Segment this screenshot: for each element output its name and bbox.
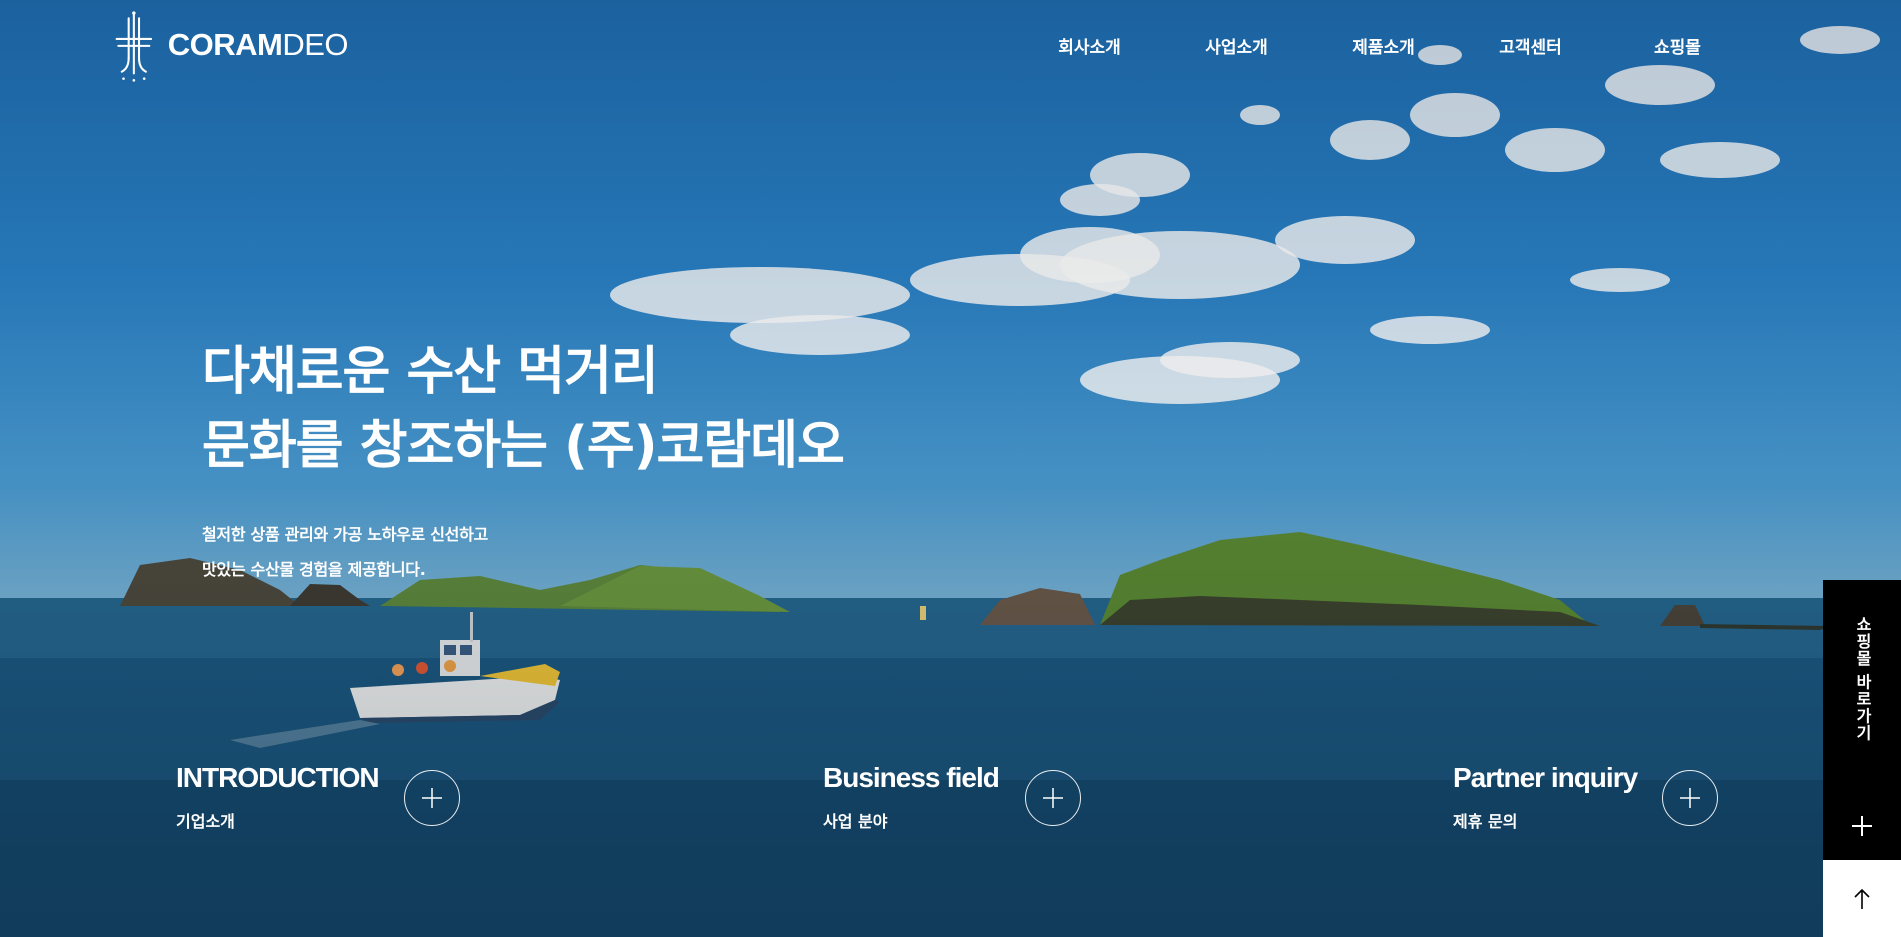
site-logo[interactable]: CORAM DEO <box>108 0 348 90</box>
feature-title: Business field <box>823 762 1000 793</box>
feature-description: 사업 분야 <box>823 812 888 831</box>
logo-cross-emblem-icon <box>115 11 153 82</box>
nav-item-shop[interactable]: 쇼핑몰 <box>1604 33 1751 58</box>
scroll-to-top-button[interactable] <box>1823 860 1901 937</box>
shop-shortcut-label-wrap: 쇼핑몰 바로가기 <box>1823 616 1901 756</box>
nav-item-business[interactable]: 사업소개 <box>1163 33 1310 58</box>
plus-icon <box>1680 788 1700 808</box>
nav-item-company[interactable]: 회사소개 <box>1016 33 1163 58</box>
feature-introduction[interactable]: INTRODUCTION 기업소개 <box>176 758 466 848</box>
plus-icon <box>1043 788 1063 808</box>
plus-circle-icon[interactable] <box>1662 770 1718 826</box>
feature-description: 제휴 문의 <box>1453 812 1518 831</box>
hero-subtitle-line-1: 철저한 상품 관리와 가공 노하우로 신선하고 <box>202 525 488 544</box>
feature-title: INTRODUCTION <box>176 762 380 793</box>
logo-text-light: DEO <box>282 27 348 62</box>
main-nav: 회사소개 사업소개 제품소개 고객센터 쇼핑몰 <box>1016 0 1751 90</box>
feature-business-field[interactable]: Business field 사업 분야 <box>823 758 1083 848</box>
shop-shortcut-label: 쇼핑몰 바로가기 <box>1853 616 1872 742</box>
arrow-up-icon <box>1854 888 1870 909</box>
logo-text-bold: CORAM <box>167 27 283 62</box>
hero-subtitle: 철저한 상품 관리와 가공 노하우로 신선하고 맛있는 수산물 경험을 제공합니… <box>202 517 702 587</box>
side-plus-icon <box>1823 798 1901 854</box>
plus-circle-icon[interactable] <box>404 770 460 826</box>
hero-subtitle-line-2: 맛있는 수산물 경험을 제공합니다. <box>202 560 426 579</box>
quick-side-panel: 쇼핑몰 바로가기 <box>1823 580 1901 937</box>
hero-title-line-2: 문화를 창조하는 (주)코람데오 <box>202 416 845 476</box>
shop-shortcut-button[interactable]: 쇼핑몰 바로가기 <box>1823 580 1901 860</box>
nav-item-customer-center[interactable]: 고객센터 <box>1457 33 1604 58</box>
plus-circle-icon[interactable] <box>1025 770 1081 826</box>
nav-item-products[interactable]: 제품소개 <box>1310 33 1457 58</box>
hero-title: 다채로운 수산 먹거리 문화를 창조하는 (주)코람데오 <box>202 335 902 483</box>
plus-icon <box>1852 816 1872 836</box>
plus-icon <box>422 788 442 808</box>
hero-title-line-1: 다채로운 수산 먹거리 <box>202 342 659 402</box>
site-header: CORAM DEO 회사소개 사업소개 제품소개 고객센터 쇼핑몰 <box>0 0 1901 90</box>
feature-title: Partner inquiry <box>1453 762 1638 793</box>
logo-wordmark: CORAM DEO <box>167 27 349 63</box>
feature-partner-inquiry[interactable]: Partner inquiry 제휴 문의 <box>1453 758 1733 848</box>
feature-description: 기업소개 <box>176 812 235 831</box>
